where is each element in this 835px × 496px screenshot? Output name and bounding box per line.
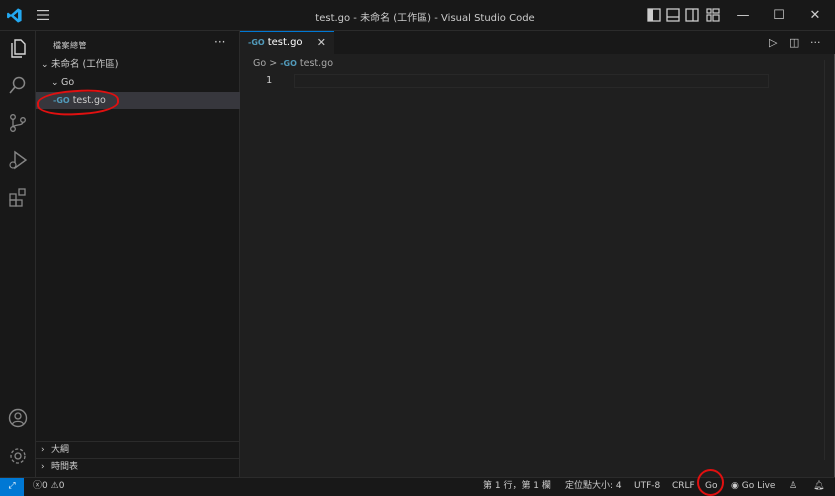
chevron-down-icon: ⌄	[51, 78, 59, 88]
go-file-icon: -GO	[248, 38, 265, 47]
chevron-right-icon: ›	[41, 462, 45, 472]
manage-gear-icon[interactable]	[7, 445, 29, 467]
status-bar: ⤢ ⓧ0 ⚠0 第 1 行，第 1 欄 定位點大小: 4 UTF-8 CRLF …	[0, 469, 835, 496]
explorer-sidebar: 檔案總管 ··· ⌄ 未命名 (工作區) ⌄ Go -GO test.go › 大綱 ›…	[36, 31, 240, 477]
maximize-button[interactable]: ☐	[762, 0, 796, 31]
window-title: test.go - 未命名 (工作區) - Visual Studio Code	[315, 13, 535, 24]
outline-section[interactable]: › 大綱	[36, 441, 240, 459]
line-number: 1	[266, 75, 273, 86]
broadcast-icon: ◉	[731, 481, 739, 491]
close-tab-icon[interactable]: ✕	[317, 32, 326, 54]
go-live-label: Go Live	[741, 481, 776, 491]
timeline-section[interactable]: › 時間表	[36, 458, 240, 476]
extensions-icon[interactable]	[7, 186, 29, 208]
timeline-label: 時間表	[51, 462, 79, 472]
breadcrumb-folder[interactable]: Go	[253, 58, 266, 69]
end-of-line[interactable]: CRLF	[672, 478, 695, 495]
vscode-logo-icon	[7, 8, 22, 23]
go-file-icon: -GO	[280, 59, 297, 68]
remote-indicator[interactable]: ⤢	[0, 478, 24, 496]
workspace-root[interactable]: ⌄ 未命名 (工作區)	[36, 56, 240, 73]
editor-tabs: -GO test.go ✕	[240, 31, 835, 54]
warning-count: 0	[58, 481, 65, 491]
tab-label: test.go	[267, 37, 303, 48]
breadcrumb-separator: >	[269, 58, 278, 69]
workspace-label: 未命名 (工作區)	[51, 59, 119, 70]
error-count: 0	[42, 481, 48, 491]
split-editor-icon[interactable]: ◫	[789, 36, 799, 49]
source-control-icon[interactable]	[7, 112, 29, 134]
go-live-button[interactable]: ◉ Go Live	[731, 478, 775, 495]
feedback-icon[interactable]: ♙	[789, 478, 797, 495]
title-bar: test.go - 未命名 (工作區) - Visual Studio Code…	[0, 0, 835, 31]
current-line-highlight[interactable]	[294, 74, 769, 88]
editor-scrollbar[interactable]	[824, 60, 825, 460]
editor-more-actions[interactable]: ···	[810, 36, 821, 49]
account-icon[interactable]	[7, 407, 29, 429]
breadcrumb-file[interactable]: test.go	[300, 58, 333, 69]
encoding[interactable]: UTF-8	[634, 478, 660, 495]
menu-icon[interactable]	[36, 9, 50, 21]
tab-test-go[interactable]: -GO test.go ✕	[240, 31, 334, 54]
breadcrumb: Go > -GO test.go	[253, 58, 333, 69]
run-icon[interactable]: ▷	[769, 36, 777, 49]
error-icon: ⓧ	[33, 481, 43, 491]
close-button[interactable]: ✕	[798, 0, 832, 31]
problems-indicator[interactable]: ⓧ0 ⚠0	[33, 478, 64, 495]
cursor-position[interactable]: 第 1 行，第 1 欄	[483, 478, 551, 495]
toggle-primary-sidebar-icon[interactable]	[645, 6, 663, 24]
activity-bar	[0, 31, 36, 477]
notifications-bell-icon[interactable]: 🔔︎	[813, 478, 824, 495]
chevron-right-icon: ›	[41, 445, 45, 455]
explorer-title: 檔案總管	[53, 41, 87, 50]
indentation[interactable]: 定位點大小: 4	[565, 478, 622, 495]
folder-go[interactable]: ⌄ Go	[36, 74, 240, 91]
annotation-circle-language	[697, 469, 724, 496]
customize-layout-icon[interactable]	[704, 6, 722, 24]
run-and-debug-icon[interactable]	[7, 149, 29, 171]
toggle-panel-icon[interactable]	[664, 6, 682, 24]
minimize-button[interactable]: —	[726, 0, 760, 31]
explorer-icon[interactable]	[7, 37, 29, 59]
explorer-more-actions[interactable]: ···	[214, 35, 225, 49]
outline-label: 大綱	[51, 445, 70, 455]
chevron-down-icon: ⌄	[41, 60, 49, 70]
toggle-secondary-sidebar-icon[interactable]	[683, 6, 701, 24]
search-icon[interactable]	[7, 74, 29, 96]
folder-label: Go	[61, 77, 75, 88]
warning-icon: ⚠	[50, 481, 59, 491]
